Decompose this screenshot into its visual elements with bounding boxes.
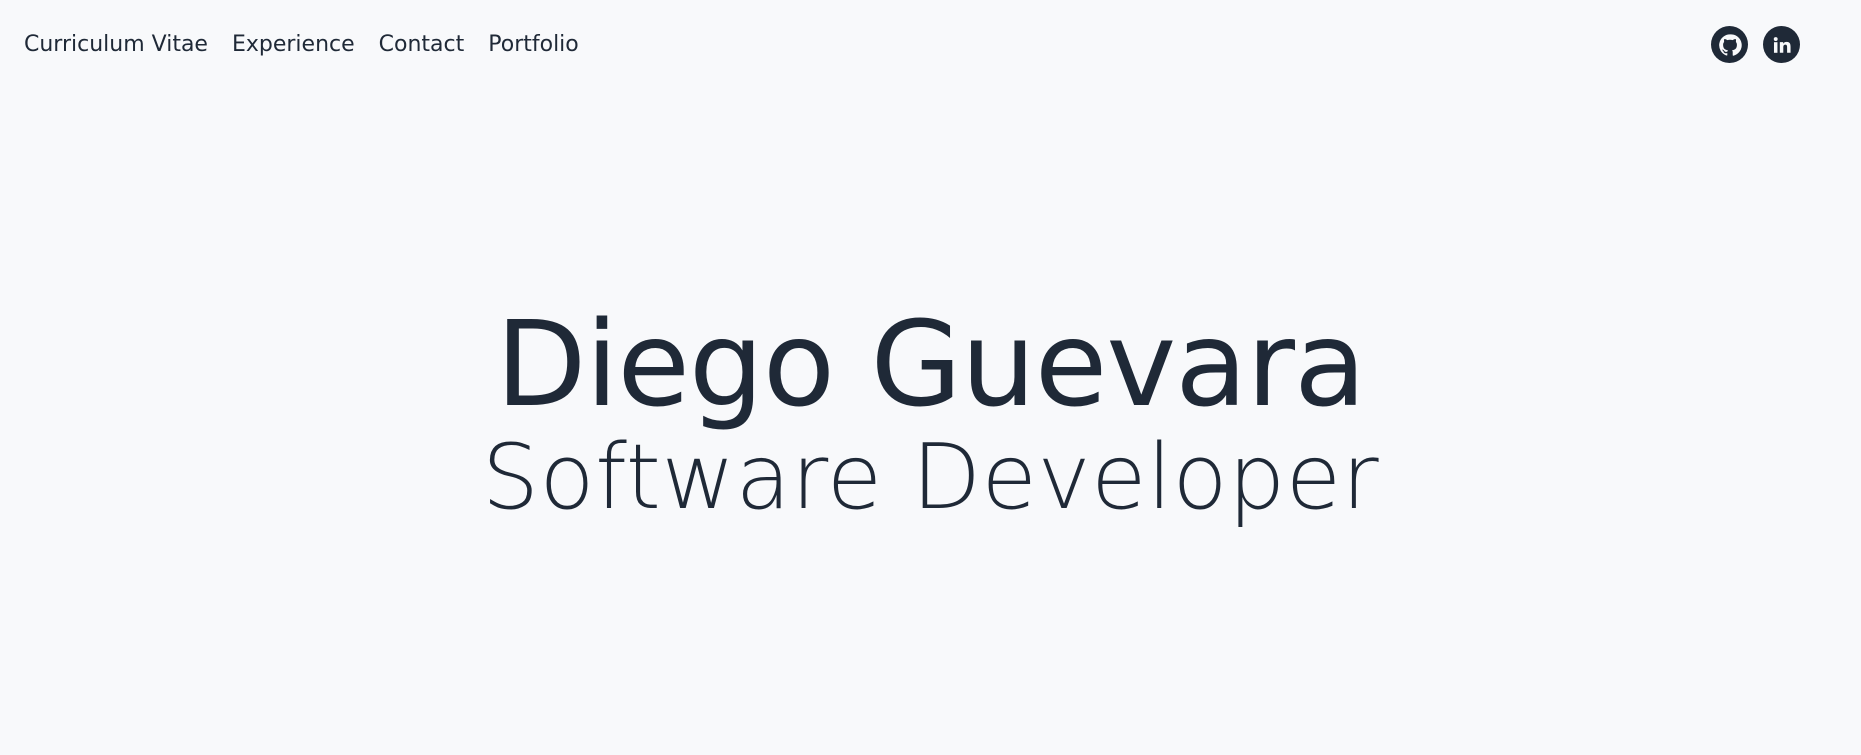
- linkedin-icon: [1769, 32, 1795, 58]
- nav-link-experience[interactable]: Experience: [232, 28, 355, 62]
- hero-section: Diego Guevara Software Developer: [0, 300, 1861, 528]
- hero-title: Software Developer: [481, 425, 1380, 530]
- nav-link-contact[interactable]: Contact: [379, 28, 465, 62]
- nav-link-curriculum-vitae[interactable]: Curriculum Vitae: [24, 28, 208, 62]
- github-icon: [1717, 32, 1743, 58]
- github-link[interactable]: [1711, 26, 1748, 63]
- hero-name: Diego Guevara: [495, 295, 1367, 433]
- social-links: [1711, 26, 1800, 63]
- top-navigation: Curriculum Vitae Experience Contact Port…: [0, 0, 1861, 90]
- nav-links: Curriculum Vitae Experience Contact Port…: [24, 28, 579, 62]
- nav-link-portfolio[interactable]: Portfolio: [488, 28, 579, 62]
- linkedin-link[interactable]: [1763, 26, 1800, 63]
